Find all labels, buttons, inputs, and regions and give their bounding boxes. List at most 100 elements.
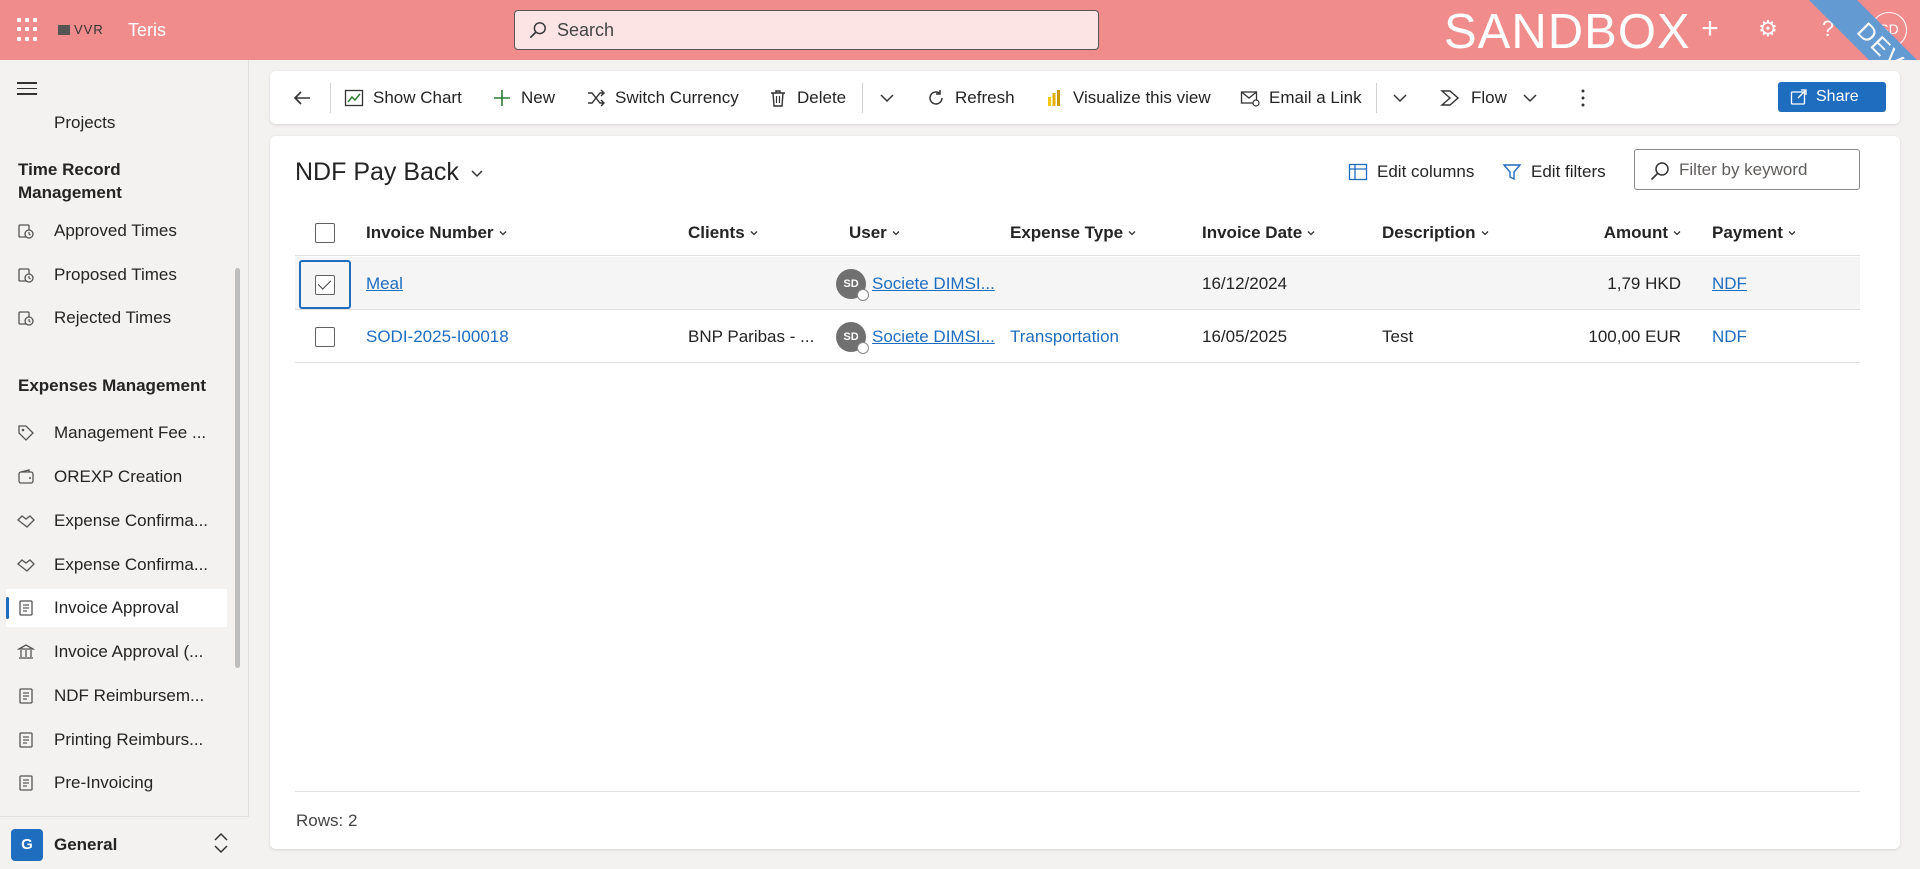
time-proposed-icon — [16, 265, 36, 285]
rows-count: Rows: 2 — [296, 811, 358, 830]
sidebar-item-rejected-times[interactable]: Rejected Times — [6, 299, 227, 337]
sidebar-item-invoice-approval[interactable]: Invoice Approval — [6, 589, 227, 627]
app-launcher-icon[interactable] — [17, 18, 41, 42]
plus-icon[interactable]: + — [1694, 14, 1726, 46]
invoice-number-link[interactable]: Meal — [366, 257, 403, 310]
edit-columns-icon — [1348, 163, 1368, 181]
nav-group-expenses: Expenses Management — [18, 376, 207, 395]
table-row[interactable]: Meal SD Societe DIMSI... 16/12/2024 1,79… — [295, 257, 1860, 310]
invoice-number-link[interactable]: SODI-2025-I00018 — [366, 310, 509, 363]
handshake-icon — [16, 511, 36, 531]
sidebar-item-expense-confirmation-2[interactable]: Expense Confirma... — [6, 546, 227, 584]
main-panel: NDF Pay Back Edit columns Edit filters I… — [270, 136, 1900, 849]
refresh-button[interactable]: Refresh — [926, 71, 1015, 124]
description-cell: Test — [1382, 326, 1414, 346]
sidebar-item-projects[interactable]: Projects — [6, 96, 227, 136]
area-label: General — [54, 835, 118, 854]
area-switcher[interactable]: G General — [0, 816, 249, 869]
visualize-view-button[interactable]: Visualize this view — [1044, 71, 1211, 124]
view-selector[interactable]: NDF Pay Back — [295, 158, 485, 187]
edit-filters-button[interactable]: Edit filters — [1502, 156, 1606, 188]
payment-link[interactable]: NDF — [1712, 310, 1747, 363]
projects-icon — [16, 113, 36, 133]
sidebar-item-invoice-approval-2[interactable]: Invoice Approval (... — [6, 633, 227, 671]
table-row[interactable]: SODI-2025-I00018 BNP Paribas - ... SD So… — [295, 310, 1860, 363]
search-input[interactable] — [557, 11, 1077, 49]
plus-icon — [494, 89, 510, 106]
switch-currency-button[interactable]: Switch Currency — [586, 71, 739, 124]
flow-icon — [1440, 89, 1460, 106]
app-name[interactable]: Teris — [128, 20, 166, 41]
sidebar-item-approved-times[interactable]: Approved Times — [6, 212, 227, 250]
user-link[interactable]: Societe DIMSI... — [872, 327, 995, 347]
amount-cell: 100,00 EUR — [1588, 326, 1681, 346]
sidebar-item-orexp-creation[interactable]: OREXP Creation — [6, 458, 227, 496]
column-expense-type[interactable]: Expense Type — [1010, 210, 1137, 256]
column-invoice-date[interactable]: Invoice Date — [1202, 210, 1316, 256]
overflow-menu-button[interactable] — [1580, 71, 1595, 124]
hamburger-menu-icon[interactable] — [17, 82, 37, 96]
search-box[interactable] — [514, 10, 1099, 50]
gear-icon[interactable]: ⚙ — [1752, 14, 1784, 46]
presence-icon — [857, 341, 869, 354]
email-more-dropdown[interactable] — [1391, 71, 1418, 124]
document-icon — [16, 686, 36, 706]
column-payment[interactable]: Payment — [1712, 210, 1797, 256]
share-button[interactable]: Share — [1778, 82, 1886, 112]
user-avatar: SD — [836, 268, 869, 301]
shuffle-icon — [588, 89, 605, 106]
more-vertical-icon — [1581, 89, 1585, 106]
sidebar-item-pre-invoicing[interactable]: Pre-Invoicing — [6, 764, 227, 802]
flow-button[interactable]: Flow — [1440, 71, 1548, 124]
sidebar-scrollbar[interactable] — [235, 268, 240, 668]
sidebar-item-proposed-times[interactable]: Proposed Times — [6, 256, 227, 294]
user-link[interactable]: Societe DIMSI... — [872, 274, 995, 294]
column-description[interactable]: Description — [1382, 210, 1490, 256]
new-button[interactable]: New — [492, 71, 555, 124]
sidebar: Projects Time Record Management Approved… — [0, 60, 249, 869]
expense-type-link[interactable]: Transportation — [1010, 310, 1119, 363]
power-bi-icon — [1048, 89, 1060, 106]
back-button[interactable] — [292, 71, 321, 124]
area-badge: G — [11, 829, 43, 861]
tag-icon — [16, 423, 36, 443]
sidebar-item-ndf-reimbursement[interactable]: NDF Reimbursem... — [6, 677, 227, 715]
search-icon — [529, 22, 546, 39]
top-bar: VVR Teris SANDBOX + ⚙ ? SD DEV — [0, 0, 1920, 60]
environment-label: SANDBOX — [1444, 5, 1691, 59]
more-actions-dropdown[interactable] — [878, 71, 905, 124]
sidebar-item-expense-confirmation-1[interactable]: Expense Confirma... — [6, 502, 227, 540]
share-icon — [1790, 89, 1807, 105]
sidebar-item-printing-reimbursement[interactable]: Printing Reimburs... — [6, 721, 227, 759]
email-link-button[interactable]: Email a Link — [1240, 71, 1362, 124]
column-invoice-number[interactable]: Invoice Number — [366, 210, 508, 256]
delete-button[interactable]: Delete — [768, 71, 846, 124]
column-clients[interactable]: Clients — [688, 210, 759, 256]
select-all-checkbox[interactable] — [315, 210, 335, 256]
column-user[interactable]: User — [849, 210, 901, 256]
search-icon — [1651, 162, 1669, 180]
command-bar: Show Chart New Switch Currency Delete Re… — [270, 71, 1900, 124]
back-arrow-icon — [293, 90, 310, 105]
payment-link[interactable]: NDF — [1712, 257, 1747, 310]
grid-header: Invoice Number Clients User Expense Type… — [295, 210, 1860, 256]
handshake-icon — [16, 555, 36, 575]
clients-cell: BNP Paribas - ... — [688, 326, 815, 346]
invoice-date-cell: 16/05/2025 — [1202, 326, 1288, 346]
keyword-filter[interactable] — [1634, 149, 1860, 190]
time-rejected-icon — [16, 308, 36, 328]
edit-columns-button[interactable]: Edit columns — [1348, 156, 1474, 188]
row-checkbox[interactable] — [299, 260, 351, 309]
filter-input[interactable] — [1679, 150, 1854, 189]
show-chart-button[interactable]: Show Chart — [344, 71, 462, 124]
user-cell[interactable]: SD Societe DIMSI... — [836, 257, 995, 310]
chevron-down-icon — [880, 93, 894, 102]
presence-icon — [857, 288, 869, 301]
invoice-date-cell: 16/12/2024 — [1202, 273, 1288, 293]
wallet-icon — [16, 467, 36, 487]
filter-icon — [1502, 164, 1522, 181]
row-checkbox[interactable] — [315, 310, 335, 363]
sidebar-item-management-fee[interactable]: Management Fee ... — [6, 414, 227, 452]
column-amount[interactable]: Amount — [1545, 210, 1682, 256]
user-cell[interactable]: SD Societe DIMSI... — [836, 310, 995, 363]
